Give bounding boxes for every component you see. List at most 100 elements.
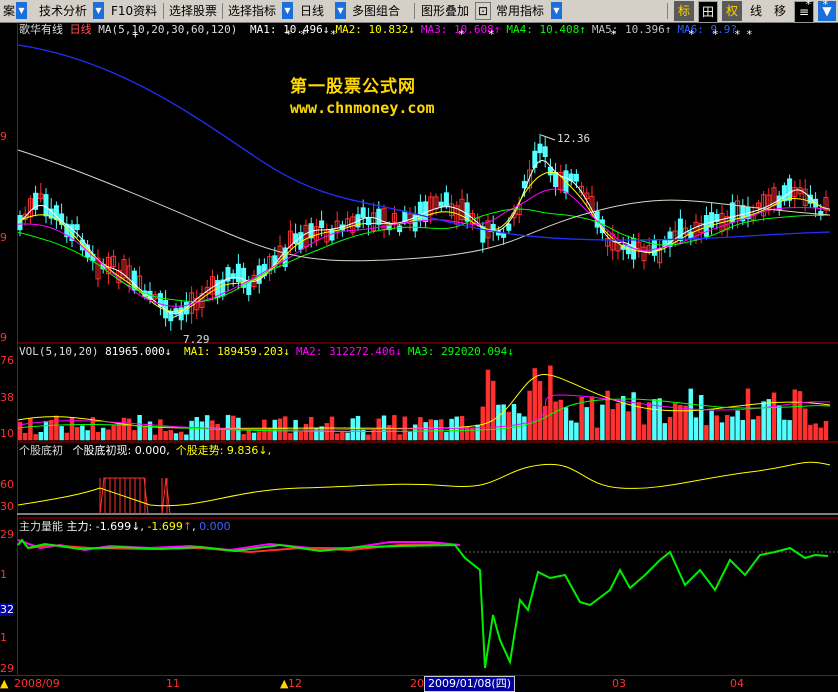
volume-bar [22,432,28,441]
volume-bar [251,432,257,441]
indicator-legend-item-1: 个股走势: 9.836↓, [175,444,272,457]
volume-bar [532,368,538,441]
candle-body [537,143,543,154]
volume-bar [163,430,168,441]
volume-bar [574,422,579,441]
volume-bar [215,424,220,441]
volume-bar [594,427,600,441]
volume-bar [303,424,309,441]
volume-bar [600,404,605,441]
volume-legend: VOL(5,10,20) 81965.000↓ MA1: 189459.203↓… [19,345,514,359]
volume-bar [38,431,44,441]
candle-body [651,239,657,256]
volume-bar [199,421,205,441]
volume-bar [386,425,392,441]
volume-bar [480,406,486,441]
force-legend: 主力量能 主力: -1.699↓, -1.699↑, 0.000 [19,520,231,533]
volume-bar [334,433,340,441]
volume-bar [106,429,111,441]
volume-bar [95,431,101,441]
volume-bar [823,420,829,441]
date-label: 03 [612,677,626,690]
candle-body [677,218,683,242]
candle-body [319,220,325,228]
volume-arrow: ↓ [164,345,172,358]
candle-body [438,201,444,207]
signal-star-icon: * [285,28,292,41]
force-arrow-2: ↑ [182,520,193,533]
volume-bar [724,414,730,441]
signal-star-icon: * [300,28,307,41]
volume-bar [407,431,413,441]
volume-bar [771,392,777,441]
candle-body [360,207,366,218]
volume-bar [80,425,85,441]
volume-bar [184,434,189,441]
candle-body [17,215,23,231]
volume-bar [818,427,824,441]
date-label: 2008/09 [14,677,60,690]
volume-bar [28,418,33,441]
volume-bar [490,380,496,441]
volume-bar [730,416,735,441]
volume-bar [714,415,720,441]
volume-bar [610,409,616,441]
volume-ma-legend-item-0: MA1: 189459.203↓ [183,345,290,358]
volume-bar [225,414,231,441]
volume-bar [719,422,725,441]
volume-bar [132,430,137,441]
volume-bar [589,396,595,441]
indicator-name: 个股底初 [19,444,63,457]
high-marker [540,134,556,141]
volume-bar [360,428,366,441]
volume-bar [636,402,642,441]
volume-bar [735,410,740,441]
volume-bar [464,426,470,441]
volume-bar [204,415,210,441]
volume-bar [776,404,782,441]
signal-star-icon: * [330,28,337,41]
candle-body [74,224,80,231]
candle-body [402,210,408,222]
volume-bar [433,420,439,441]
candle-body [235,263,241,283]
volume-bar [178,431,184,441]
volume-ma-legend-item-2: MA3: 292020.094↓ [407,345,514,358]
volume-bar [449,418,454,441]
volume-bar [298,431,304,441]
volume-bar [210,420,215,441]
volume-bar [756,415,761,441]
indicator-legend: 个股底初 个股底初现: 0.000, 个股走势: 9.836↓, [19,444,271,458]
volume-bar [438,419,444,441]
volume-bar [220,429,226,441]
volume-bar [797,391,803,441]
date-axis: ▲ 2008/09 11 ▲ 12 20 2009/01/08(四) 03 04 [0,675,838,692]
volume-bar [709,410,714,441]
volume-bar [412,424,418,441]
volume-bar [511,404,517,441]
volume-bar [100,427,106,441]
high-label: 12.36 [557,132,590,145]
volume-bar [64,432,70,441]
date-marker-icon: ▲ [0,677,9,690]
signal-star-icon: * [610,28,617,41]
force-value-1: -1.699 [95,520,132,533]
volume-bar [308,416,314,441]
volume-bar [152,434,158,441]
volume-bar [319,426,324,441]
force-label: 主力: [66,520,93,533]
volume-bar [740,419,746,441]
volume-bar [808,424,813,441]
volume-bar [548,365,553,441]
indicator-values: 个股底初现: 0.000, 个股走势: 9.836↓, [67,444,272,457]
signal-star-icon: * [734,28,741,41]
volume-bar [537,380,543,441]
force-value-2: -1.699 [147,520,183,533]
signal-star-icon: * [822,0,829,11]
candle-body [703,215,709,237]
volume-bar [444,432,449,441]
volume-ma-values: MA1: 189459.203↓ MA2: 312272.406↓ MA3: 292… [178,345,514,358]
volume-bar [116,423,122,441]
volume-bar [48,420,54,441]
volume-bar [158,419,163,441]
